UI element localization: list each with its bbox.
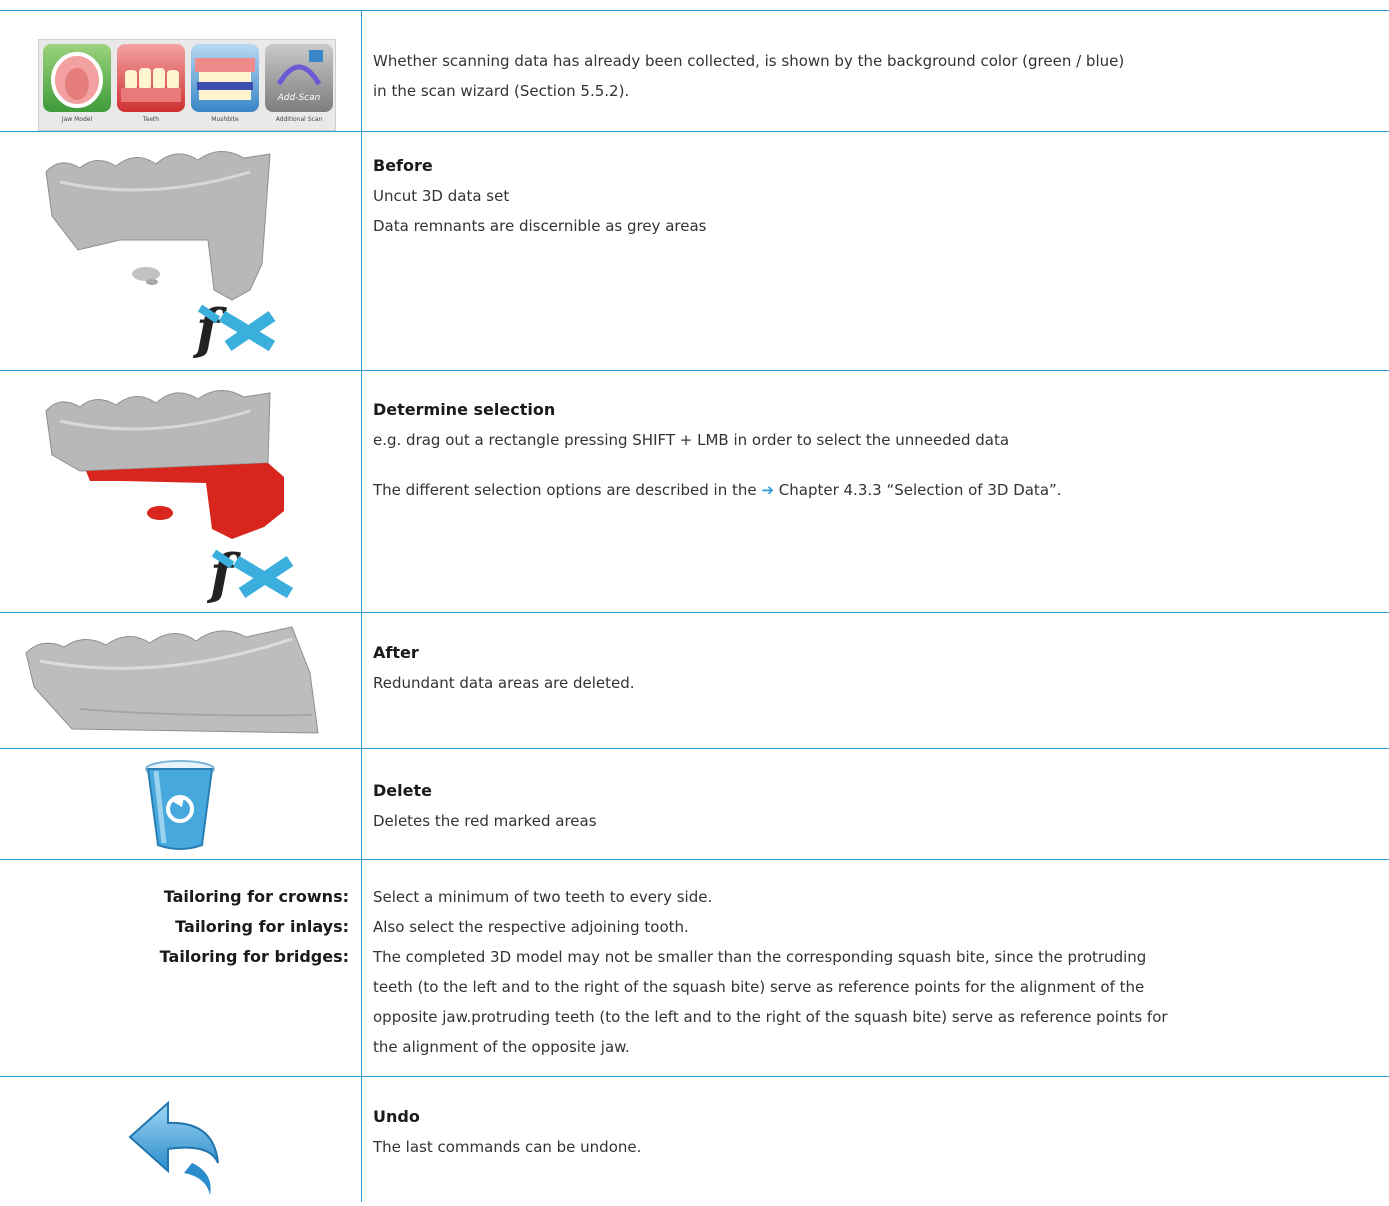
delete-image-cell [0, 749, 361, 859]
delete-text: Delete Deletes the red marked areas [373, 776, 1373, 836]
undo-image-cell [0, 1077, 361, 1202]
body-text: Uncut 3D data set [373, 187, 510, 205]
selected-jaw-model: f [45, 390, 294, 606]
after-text: After Redundant data areas are deleted. [373, 638, 1373, 698]
arrow-right-icon: ➔ [761, 481, 774, 499]
cut-jaw-model [25, 626, 319, 734]
selection-text: Determine selection e.g. drag out a rect… [373, 395, 1373, 505]
body-text: Select a minimum of two teeth to every s… [373, 888, 713, 906]
mushbite-tile [191, 44, 259, 112]
body-text: Whether scanning data has already been c… [373, 52, 1125, 70]
chapter-link[interactable]: Chapter 4.3.3 “Selection of 3D Data”. [779, 481, 1062, 499]
row-title: Determine selection [373, 400, 556, 419]
row-title: Delete [373, 781, 432, 800]
body-text: Data remnants are discernible as grey ar… [373, 217, 707, 235]
undo-text: Undo The last commands can be undone. [373, 1102, 1373, 1162]
tailoring-label-crowns: Tailoring for crowns: [163, 887, 349, 906]
body-text: teeth (to the left and to the right of t… [373, 978, 1145, 996]
additional-scan-tile: Add-Scan [265, 44, 333, 112]
body-text: Deletes the red marked areas [373, 812, 597, 830]
body-text: The completed 3D model may not be smalle… [373, 948, 1147, 966]
instruction-table: Add-Scan Jaw Model Teeth Mushbite Additi… [0, 0, 1389, 1202]
tailoring-label-inlays: Tailoring for inlays: [175, 917, 349, 936]
body-text: in the scan wizard (Section 5.5.2). [373, 82, 630, 100]
body-text: The different selection options are desc… [373, 475, 1373, 505]
fx-logo: f [192, 297, 276, 361]
body-text: Also select the respective adjoining too… [373, 918, 689, 936]
before-image-cell: f [0, 132, 361, 370]
after-image-cell [0, 613, 361, 748]
jaw-model-tile [43, 44, 111, 112]
row-title: After [373, 643, 419, 662]
before-text: Before Uncut 3D data set Data remnants a… [373, 151, 1373, 241]
svg-text:f: f [192, 297, 227, 361]
row-title: Before [373, 156, 433, 175]
body-text: opposite jaw.protruding teeth (to the le… [373, 1008, 1168, 1026]
tailoring-label-bridges: Tailoring for bridges: [159, 947, 349, 966]
wizard-label: Additional Scan [275, 116, 323, 123]
fx-logo: f [206, 542, 294, 606]
tailoring-labels-cell: Tailoring for crowns: Tailoring for inla… [0, 860, 361, 1076]
row-title: Undo [373, 1107, 420, 1126]
wizard-label: Mushbite [211, 116, 239, 123]
wizard-label: Jaw Model [61, 116, 93, 123]
body-text: the alignment of the opposite jaw. [373, 1038, 630, 1056]
body-text: Redundant data areas are deleted. [373, 674, 635, 692]
undo-arrow-icon [128, 1100, 219, 1195]
recycle-bin-icon [145, 760, 215, 850]
body-text: e.g. drag out a rectangle pressing SHIFT… [373, 431, 1010, 449]
reference-prefix: The different selection options are desc… [373, 481, 757, 499]
tailoring-text: Select a minimum of two teeth to every s… [373, 882, 1373, 1062]
scan-wizard-buttons: Add-Scan Jaw Model Teeth Mushbite Additi… [38, 39, 336, 131]
wizard-label: Teeth [142, 116, 160, 123]
selection-image-cell: f [0, 371, 361, 612]
scan-wizard-text: Whether scanning data has already been c… [373, 46, 1373, 106]
column-divider [361, 10, 362, 1202]
scan-wizard-image-cell: Add-Scan Jaw Model Teeth Mushbite Additi… [0, 11, 361, 131]
teeth-tile [117, 44, 185, 112]
uncut-jaw-model: f [45, 151, 276, 361]
add-scan-text: Add-Scan [277, 93, 321, 103]
svg-text:f: f [206, 542, 241, 606]
body-text: The last commands can be undone. [373, 1138, 642, 1156]
